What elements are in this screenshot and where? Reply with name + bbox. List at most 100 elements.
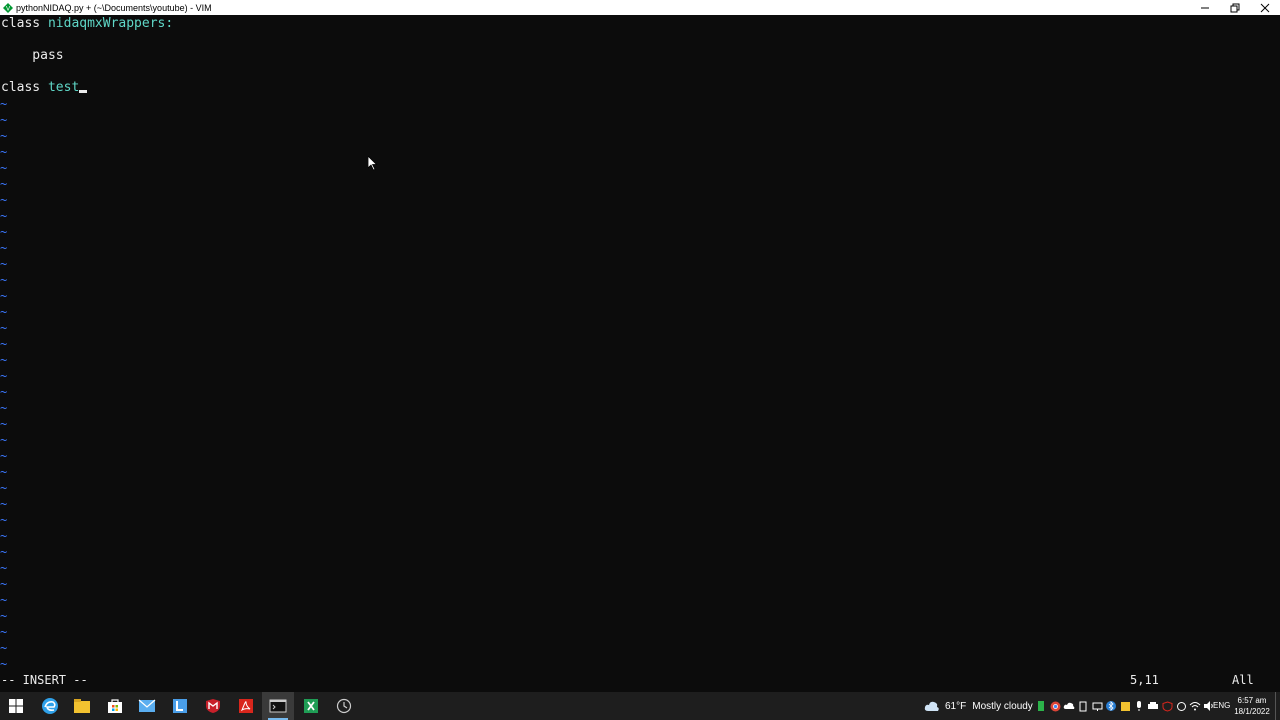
close-button[interactable] [1250, 0, 1280, 15]
taskbar: 61°F Mostly cloudy ENG 6:57 am 18/1/2022 [0, 692, 1280, 720]
store-icon [108, 699, 122, 713]
empty-line-tilde: ~ [0, 113, 8, 127]
window-title: pythonNIDAQ.py + (~\Documents\youtube) -… [16, 2, 212, 13]
empty-line-tilde: ~ [0, 353, 8, 367]
empty-line-tilde: ~ [0, 657, 8, 671]
scroll-indicator: All [1232, 673, 1254, 687]
empty-line-tilde: ~ [0, 401, 8, 415]
device-icon[interactable] [1076, 692, 1090, 720]
windows-start-icon [9, 699, 23, 713]
text-cursor [79, 90, 88, 93]
status-line: -- INSERT -- 5,11 All [0, 672, 1280, 688]
empty-line-tilde: ~ [0, 145, 8, 159]
mcafee-icon [206, 699, 220, 713]
acrobat-button[interactable] [230, 692, 262, 720]
start-button[interactable] [0, 692, 32, 720]
empty-line-tilde: ~ [0, 433, 8, 447]
printer-icon[interactable] [1146, 692, 1160, 720]
empty-line-tilde: ~ [0, 609, 8, 623]
code-line-5: class test [1, 80, 88, 96]
terminal-button[interactable] [262, 692, 294, 720]
empty-line-tilde: ~ [0, 337, 8, 351]
mail-button[interactable] [131, 692, 163, 720]
microphone-icon[interactable] [1132, 692, 1146, 720]
weather-desc: Mostly cloudy [972, 700, 1033, 712]
title-bar: V pythonNIDAQ.py + (~\Documents\youtube)… [0, 0, 1280, 15]
empty-line-tilde: ~ [0, 529, 8, 543]
empty-line-tilde: ~ [0, 161, 8, 175]
editor-buffer[interactable]: class nidaqmxWrappers: pass class test ~… [0, 16, 1280, 672]
security-icon[interactable] [1160, 692, 1174, 720]
vim-icon: V [2, 2, 13, 13]
clock[interactable]: 6:57 am 18/1/2022 [1232, 695, 1272, 717]
empty-line-tilde: ~ [0, 289, 8, 303]
wifi-icon[interactable] [1188, 692, 1202, 720]
empty-line-tilde: ~ [0, 97, 8, 111]
clock-app-button[interactable] [328, 692, 360, 720]
empty-line-tilde: ~ [0, 465, 8, 479]
empty-line-tilde: ~ [0, 513, 8, 527]
restore-icon [1230, 3, 1240, 12]
empty-line-tilde: ~ [0, 321, 8, 335]
empty-line-tilde: ~ [0, 225, 8, 239]
empty-line-tilde: ~ [0, 257, 8, 271]
minimize-button[interactable] [1190, 0, 1220, 15]
mcafee-button[interactable] [197, 692, 229, 720]
empty-line-tilde: ~ [0, 449, 8, 463]
empty-line-tilde: ~ [0, 561, 8, 575]
empty-line-tilde: ~ [0, 497, 8, 511]
store-button[interactable] [99, 692, 131, 720]
code-line-3: pass [1, 48, 64, 63]
terminal-icon [269, 699, 287, 713]
empty-line-tilde: ~ [0, 193, 8, 207]
mouse-pointer-icon [368, 156, 378, 171]
empty-line-tilde: ~ [0, 241, 8, 255]
empty-line-tilde: ~ [0, 273, 8, 287]
clock-time: 6:57 am [1237, 696, 1267, 705]
empty-line-tilde: ~ [0, 417, 8, 431]
empty-line-tilde: ~ [0, 481, 8, 495]
acrobat-icon [239, 699, 253, 713]
class-name: test [47, 80, 80, 95]
chrome-icon[interactable] [1048, 692, 1062, 720]
battery-app-icon[interactable] [1034, 692, 1048, 720]
onedrive-icon[interactable] [1062, 692, 1076, 720]
mode-indicator: -- INSERT -- [1, 673, 88, 687]
edge-icon [42, 698, 58, 714]
empty-line-tilde: ~ [0, 129, 8, 143]
cloud-icon [924, 701, 939, 711]
empty-line-tilde: ~ [0, 177, 8, 191]
weather-widget[interactable]: 61°F Mostly cloudy [924, 692, 1033, 720]
clock-date: 18/1/2022 [1234, 707, 1270, 716]
empty-line-tilde: ~ [0, 369, 8, 383]
keyword: class [1, 16, 41, 31]
app-tray-icon[interactable] [1118, 692, 1132, 720]
mail-icon [138, 699, 156, 712]
restore-button[interactable] [1220, 0, 1250, 15]
empty-line-tilde: ~ [0, 305, 8, 319]
show-desktop-button[interactable] [1275, 692, 1280, 720]
empty-line-tilde: ~ [0, 385, 8, 399]
excel-button[interactable] [295, 692, 327, 720]
excel-icon [304, 699, 318, 713]
empty-line-tilde: ~ [0, 545, 8, 559]
empty-line-tilde: ~ [0, 209, 8, 223]
language-indicator[interactable]: ENG [1213, 701, 1230, 710]
bluetooth-icon[interactable] [1104, 692, 1118, 720]
empty-line-tilde: ~ [0, 641, 8, 655]
file-explorer-button[interactable] [66, 692, 98, 720]
lync-button[interactable] [164, 692, 196, 720]
empty-line-tilde: ~ [0, 577, 8, 591]
network-settings-icon[interactable] [1090, 692, 1104, 720]
keyword: class [1, 80, 41, 95]
class-name: nidaqmxWrappers: [47, 16, 174, 31]
minimize-icon [1201, 7, 1209, 8]
clock-app-icon [336, 698, 352, 714]
tray-extra-icon[interactable] [1174, 692, 1188, 720]
file-explorer-icon [74, 699, 90, 713]
lync-icon [173, 699, 187, 713]
edge-button[interactable] [34, 692, 66, 720]
code-line-1: class nidaqmxWrappers: [1, 16, 173, 32]
empty-line-tilde: ~ [0, 593, 8, 607]
weather-temp: 61°F [945, 700, 967, 712]
